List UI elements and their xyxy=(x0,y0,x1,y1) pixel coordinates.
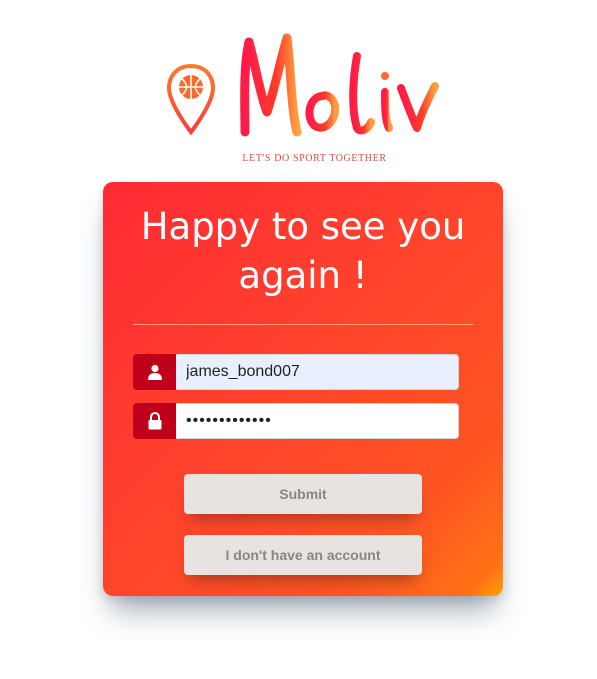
username-field-group xyxy=(133,354,459,390)
page-title: Happy to see you again ! xyxy=(140,205,466,297)
login-card: Happy to see you again ! Submit I don't … xyxy=(103,182,503,596)
divider xyxy=(133,324,473,325)
brand-wordmark xyxy=(240,33,439,137)
submit-button[interactable]: Submit xyxy=(184,474,422,514)
user-icon xyxy=(133,354,176,390)
no-account-button[interactable]: I don't have an account xyxy=(184,535,422,575)
password-field-group xyxy=(133,403,459,439)
password-input[interactable] xyxy=(176,403,459,439)
username-input[interactable] xyxy=(176,354,459,390)
lock-icon xyxy=(133,403,176,439)
brand-logo xyxy=(163,28,443,168)
brand-tagline: LET'S DO SPORT TOGETHER xyxy=(242,153,387,164)
login-page: LET'S DO SPORT TOGETHER Happy to see you… xyxy=(0,0,597,679)
location-pin-basketball-icon xyxy=(166,63,216,136)
